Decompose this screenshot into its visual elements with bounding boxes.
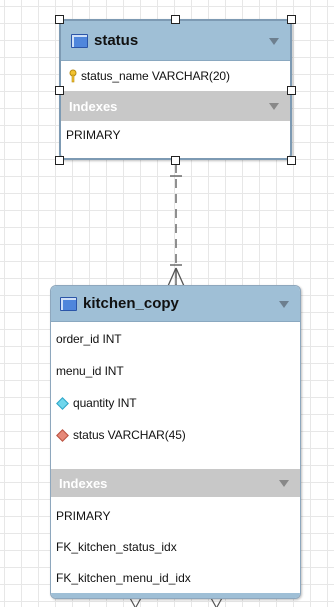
collapse-arrow-icon[interactable] xyxy=(269,37,279,45)
table-header[interactable]: status xyxy=(61,21,290,61)
indexes-header[interactable]: Indexes xyxy=(61,91,290,121)
crow-foot-left xyxy=(167,267,177,287)
table-icon xyxy=(71,33,88,48)
offscreen-connector-right xyxy=(210,597,217,607)
resize-handle-bottom-left[interactable] xyxy=(55,156,64,165)
table-title: status xyxy=(94,32,139,49)
index-row[interactable]: PRIMARY xyxy=(61,121,290,149)
resize-handle-bottom-right[interactable] xyxy=(287,156,296,165)
index-row[interactable]: PRIMARY xyxy=(51,500,300,531)
column-spacer xyxy=(51,451,300,469)
index-row[interactable]: FK_kitchen_menu_id_idx xyxy=(51,562,300,593)
indexes-label: Indexes xyxy=(59,475,108,491)
resize-handle-bottom-mid[interactable] xyxy=(171,156,180,165)
resize-handle-top-mid[interactable] xyxy=(171,15,180,24)
column-row[interactable]: order_id INT xyxy=(51,323,300,355)
offscreen-connector-right-2 xyxy=(216,597,223,607)
offscreen-connector-left-2 xyxy=(135,597,142,607)
collapse-arrow-icon[interactable] xyxy=(269,103,279,110)
table-icon xyxy=(60,296,77,311)
resize-handle-top-right[interactable] xyxy=(287,15,296,24)
indexes-header[interactable]: Indexes xyxy=(51,469,300,497)
column-label: status VARCHAR(45) xyxy=(73,428,186,442)
offscreen-connector-left xyxy=(129,597,136,607)
index-label: FK_kitchen_menu_id_idx xyxy=(56,570,191,585)
collapse-arrow-icon[interactable] xyxy=(279,480,289,487)
diagram-canvas[interactable]: status status_name VARCHAR(20) Indexes P… xyxy=(0,0,334,607)
index-row[interactable]: FK_kitchen_status_idx xyxy=(51,531,300,562)
table-footer xyxy=(51,593,300,598)
column-row[interactable]: menu_id INT xyxy=(51,355,300,387)
index-label: FK_kitchen_status_idx xyxy=(56,539,177,554)
table-title: kitchen_copy xyxy=(83,295,179,312)
collapse-arrow-icon[interactable] xyxy=(279,300,289,308)
table-status[interactable]: status status_name VARCHAR(20) Indexes P… xyxy=(59,19,292,160)
resize-handle-top-left[interactable] xyxy=(55,15,64,24)
table-kitchen-copy[interactable]: kitchen_copy order_id INT menu_id INT qu… xyxy=(50,285,301,599)
index-label: PRIMARY xyxy=(66,128,121,142)
column-row[interactable]: status_name VARCHAR(20) xyxy=(61,61,290,91)
column-label: order_id INT xyxy=(56,332,122,346)
indexes-label: Indexes xyxy=(69,98,118,114)
column-row[interactable]: status VARCHAR(45) xyxy=(51,419,300,451)
resize-handle-mid-left[interactable] xyxy=(55,86,64,95)
table-header[interactable]: kitchen_copy xyxy=(51,286,300,322)
nullable-column-icon xyxy=(56,396,69,410)
column-row[interactable]: quantity INT xyxy=(51,387,300,419)
resize-handle-mid-right[interactable] xyxy=(287,86,296,95)
foreign-key-column-icon xyxy=(56,428,69,442)
index-label: PRIMARY xyxy=(56,508,111,523)
primary-key-icon xyxy=(69,69,77,83)
column-label: menu_id INT xyxy=(56,364,124,378)
column-label: status_name VARCHAR(20) xyxy=(81,69,230,83)
column-label: quantity INT xyxy=(73,396,137,410)
crow-foot-right xyxy=(175,267,185,287)
